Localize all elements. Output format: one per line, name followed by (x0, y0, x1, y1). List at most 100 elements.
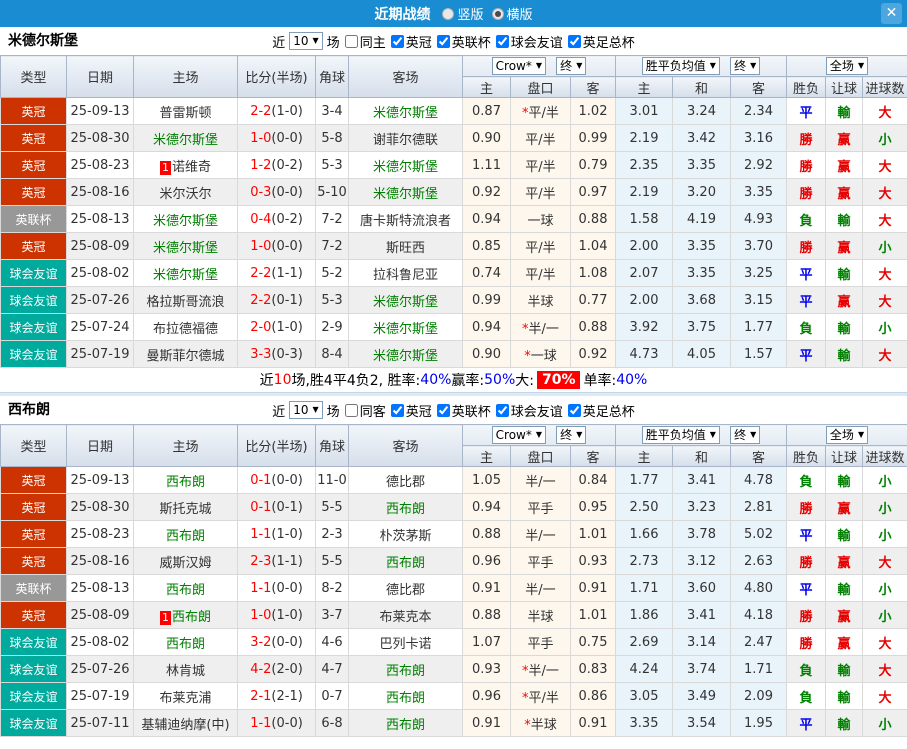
comp-checkbox-league[interactable] (390, 34, 404, 48)
comp-checkbox-friendly[interactable] (495, 34, 509, 48)
match-score: 2-3(1-1) (237, 547, 316, 575)
halftime-score: (0-2) (271, 211, 303, 227)
col-header-date: 日期 (66, 424, 134, 467)
corner-score: 11-0 (315, 466, 349, 494)
odds-provider-select[interactable]: Crow* ▼ (491, 57, 547, 75)
home-team: 普雷斯顿 (133, 97, 238, 125)
avg-home-odds: 3.35 (615, 709, 674, 737)
col-header-type: 类型 (0, 55, 67, 98)
league-type-badge: 英冠 (0, 601, 67, 629)
match-count-select[interactable]: 10 ▼ (289, 401, 323, 419)
away-team: 西布朗 (348, 682, 463, 710)
fulltime-score: 1-1 (250, 715, 272, 731)
team-label: 西布朗 (385, 663, 425, 679)
match-row: 球会友谊 25-07-26 林肯城 4-2(2-0) 4-7 西布朗 0.93 *半/一 0.8… (0, 655, 907, 683)
team-label: 西布朗 (385, 501, 425, 517)
avg-home-odds: 1.58 (615, 205, 674, 233)
match-score: 2-2(1-1) (237, 259, 316, 287)
comp-checkbox-leaguecup[interactable] (436, 403, 450, 417)
horizontal-layout-radio[interactable] (491, 7, 504, 20)
home-team: 基辅迪纳摩(中) (133, 709, 238, 737)
avg-draw-odds: 3.14 (672, 628, 732, 656)
fulltime-score: 2-1 (250, 688, 272, 704)
match-date: 25-08-30 (66, 493, 134, 521)
rank-badge: 1 (159, 160, 171, 175)
avg-odds-select[interactable]: 胜平负均值 ▼ (641, 426, 720, 444)
result-cell: 負 (786, 682, 827, 710)
col-header-handicap: 盘口 (510, 445, 571, 467)
fulltime-score: 2-2 (250, 292, 272, 308)
team-label: 西布朗 (385, 717, 425, 733)
same-venue-checkbox[interactable] (344, 403, 358, 417)
home-team: 布莱克浦 (133, 682, 238, 710)
avg-away-odds: 3.35 (730, 178, 788, 206)
halftime-score: (1-0) (271, 319, 303, 335)
fulltime-score: 2-3 (250, 553, 272, 569)
avg-draw-odds: 3.35 (672, 232, 732, 260)
result-cell: 負 (786, 313, 827, 341)
avg-away-odds: 3.15 (730, 286, 788, 314)
match-date: 25-09-13 (66, 97, 134, 125)
close-button[interactable]: ✕ (881, 3, 902, 24)
handicap-result-cell: 赢 (825, 232, 864, 260)
fulltime-score: 0-1 (250, 472, 272, 488)
home-team: 西布朗 (133, 520, 238, 548)
avg-draw-odds: 3.20 (672, 178, 732, 206)
fulltime-score: 2-2 (250, 265, 272, 281)
match-count-select[interactable]: 10 ▼ (289, 32, 323, 50)
avg-time-select[interactable]: 终 ▼ (730, 57, 761, 75)
fulltime-score: 1-1 (250, 580, 272, 596)
same-venue-checkbox[interactable] (344, 34, 358, 48)
home-team: 西布朗 (133, 628, 238, 656)
result-cell: 平 (786, 97, 827, 125)
team-label: 德比郡 (385, 582, 425, 598)
comp-checkbox-leaguecup[interactable] (436, 34, 450, 48)
away-team: 米德尔斯堡 (348, 286, 463, 314)
goals-result-cell: 大 (862, 286, 907, 314)
vertical-layout-radio[interactable] (442, 7, 455, 20)
avg-away-odds: 2.63 (730, 547, 788, 575)
away-odds: 0.86 (569, 682, 617, 710)
odds-value: 一球 (530, 348, 557, 364)
full-match-select[interactable]: 全场 ▼ (825, 426, 869, 444)
avg-odds-select[interactable]: 胜平负均值 ▼ (641, 57, 720, 75)
col-header-odds-home: 主 (462, 76, 511, 98)
handicap-line: 平/半 (510, 232, 571, 260)
handicap-line: 半球 (510, 601, 571, 629)
comp-checkbox-facup[interactable] (567, 34, 581, 48)
handicap-line: 平/半 (510, 151, 571, 179)
avg-draw-odds: 4.05 (672, 340, 732, 368)
col-header-handicap-result: 让球 (825, 76, 864, 98)
full-match-select[interactable]: 全场 ▼ (825, 57, 869, 75)
summary-segment: 50% (484, 372, 516, 388)
match-row: 英冠 25-08-30 斯托克城 0-1(0-1) 5-5 西布朗 0.94 平手 0.95 2.… (0, 493, 907, 521)
halftime-score: (1-0) (271, 526, 303, 542)
match-score: 3-2(0-0) (237, 628, 316, 656)
handicap-line: 半/一 (510, 466, 571, 494)
odds-time-select[interactable]: 终 ▼ (556, 57, 587, 75)
summary-segment: 70% (536, 371, 581, 389)
comp-checkbox-friendly[interactable] (495, 403, 509, 417)
odds-selects-cell: Crow* ▼ 终 ▼ (461, 424, 617, 446)
handicap-result-cell: 輸 (825, 574, 864, 602)
home-odds: 0.96 (462, 547, 511, 575)
match-row: 英冠 25-08-23 1 诺维奇 1-2(0-2) 5-3 米德尔斯堡 1.11 平/半 0.7… (0, 151, 907, 179)
matches-table: 类型 日期 主场 比分(半场) 角球 客场 Crow* ▼ 终 ▼ 胜平负均值 ▼ 终… (0, 55, 907, 368)
odds-provider-select[interactable]: Crow* ▼ (491, 426, 547, 444)
record-summary: 近 10 场,胜4平4负2, 胜率: 40% 赢率: 50% 大: 70% 单率: 40% (0, 368, 907, 392)
comp-checkbox-facup[interactable] (567, 403, 581, 417)
col-header-date: 日期 (66, 55, 134, 98)
away-team: 西布朗 (348, 709, 463, 737)
match-date: 25-08-02 (66, 259, 134, 287)
league-type-badge: 英冠 (0, 124, 67, 152)
comp-label: 英冠 (405, 404, 432, 420)
comp-checkbox-league[interactable] (390, 403, 404, 417)
comp-label: 英联杯 (451, 35, 491, 51)
match-score: 1-1(0-0) (237, 709, 316, 737)
avg-home-odds: 4.24 (615, 655, 674, 683)
handicap-result-cell: 輸 (825, 466, 864, 494)
avg-time-select[interactable]: 终 ▼ (730, 426, 761, 444)
avg-draw-odds: 3.23 (672, 493, 732, 521)
odds-time-select[interactable]: 终 ▼ (556, 426, 587, 444)
home-team: 威斯汉姆 (133, 547, 238, 575)
